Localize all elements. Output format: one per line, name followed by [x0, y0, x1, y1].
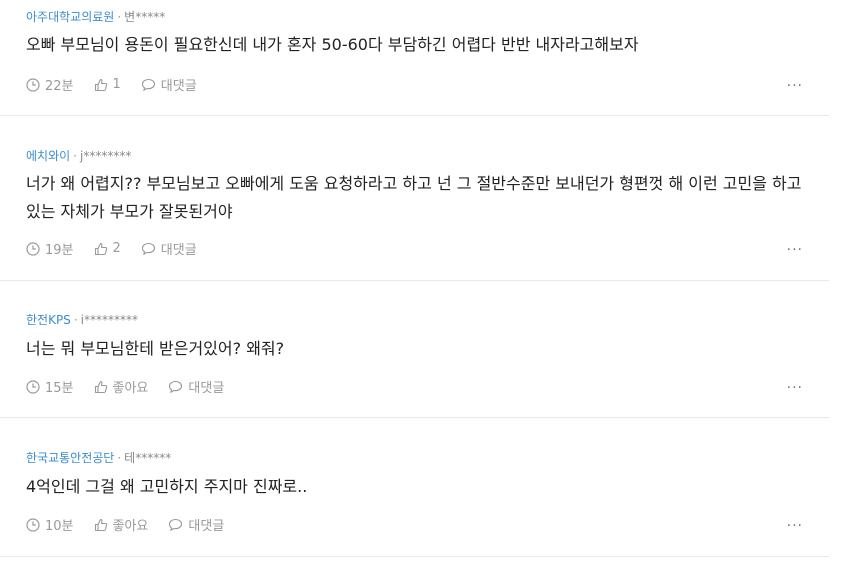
company-link[interactable]: 에치와이 — [26, 149, 70, 163]
comment-meta: 한국교통안전공단 · 테****** — [26, 450, 171, 466]
comment-list: 아주대학교의료원 · 변***** 오빠 부모님이 용돈이 필요한신데 내가 혼자 … — [0, 0, 858, 557]
meta-separator: · — [73, 149, 77, 163]
more-options-button[interactable]: ··· — [787, 243, 803, 257]
timestamp: 15분 — [26, 377, 74, 396]
more-options-button[interactable]: ··· — [787, 519, 803, 533]
like-label: 좋아요 — [112, 519, 149, 534]
timestamp-text: 15분 — [45, 381, 74, 396]
timestamp: 19분 — [26, 239, 74, 258]
timestamp-text: 22분 — [45, 79, 74, 94]
speech-bubble-icon — [141, 242, 155, 255]
comment-item: 한국교통안전공단 · 테****** 4억인데 그걸 왜 고민하지 주지마 진짜로.… — [0, 418, 829, 557]
comment-actions: 10분 좋아요 대댓글 — [26, 515, 244, 534]
author-name: j******** — [80, 149, 132, 163]
meta-separator: · — [117, 10, 122, 24]
comment-meta: 아주대학교의료원 · 변***** — [26, 9, 165, 25]
like-button[interactable]: 2 — [94, 241, 121, 256]
author-name: i********* — [80, 313, 138, 327]
timestamp-text: 19분 — [45, 243, 74, 258]
speech-bubble-icon — [141, 78, 155, 91]
like-button[interactable]: 좋아요 — [94, 515, 149, 534]
like-count: 2 — [112, 241, 121, 256]
thumbs-up-icon — [94, 78, 107, 91]
comment-item: 한전KPS · i********* 너는 뭐 부모님한테 받은거있어? 왜줘? 1… — [0, 281, 829, 418]
comment-text: 너는 뭐 부모님한테 받은거있어? 왜줘? — [26, 339, 285, 358]
like-count: 1 — [112, 77, 121, 92]
thumbs-up-icon — [94, 518, 107, 531]
comment-meta: 에치와이 · j******** — [26, 148, 131, 164]
like-button[interactable]: 좋아요 — [94, 377, 149, 396]
timestamp-text: 10분 — [45, 519, 74, 534]
comment-actions: 19분 2 대댓글 — [26, 239, 217, 258]
reply-button[interactable]: 대댓글 — [168, 377, 224, 396]
company-link[interactable]: 한국교통안전공단 — [26, 451, 114, 465]
thumbs-up-icon — [94, 242, 107, 255]
reply-label: 대댓글 — [188, 381, 225, 396]
speech-bubble-icon — [169, 518, 183, 531]
reply-button[interactable]: 대댓글 — [168, 515, 224, 534]
comment-text: 오빠 부모님이 용돈이 필요한신데 내가 혼자 50-60다 부담하긴 어렵다 … — [26, 35, 639, 54]
timestamp: 22분 — [26, 75, 74, 94]
reply-label: 대댓글 — [160, 243, 197, 258]
clock-icon — [26, 379, 40, 394]
reply-label: 대댓글 — [188, 519, 225, 534]
comment-item: 에치와이 · j******** 너가 왜 어렵지?? 부모님보고 오빠에게 도움 … — [0, 116, 829, 281]
clock-icon — [26, 517, 40, 532]
meta-separator: · — [73, 313, 78, 327]
reply-button[interactable]: 대댓글 — [141, 75, 197, 94]
company-link[interactable]: 한전KPS — [26, 313, 71, 327]
thumbs-up-icon — [94, 380, 107, 393]
like-button[interactable]: 1 — [94, 77, 121, 92]
comment-text: 4억인데 그걸 왜 고민하지 주지마 진짜로.. — [26, 477, 308, 496]
comment-actions: 22분 1 대댓글 — [26, 75, 217, 94]
clock-icon — [26, 241, 40, 256]
more-options-button[interactable]: ··· — [787, 79, 803, 93]
comment-item: 아주대학교의료원 · 변***** 오빠 부모님이 용돈이 필요한신데 내가 혼자 … — [0, 0, 829, 116]
author-name: 테****** — [124, 451, 172, 465]
more-options-button[interactable]: ··· — [787, 381, 803, 395]
reply-label: 대댓글 — [160, 79, 197, 94]
company-link[interactable]: 아주대학교의료원 — [26, 10, 114, 24]
clock-icon — [26, 77, 40, 92]
comment-actions: 15분 좋아요 대댓글 — [26, 377, 244, 396]
author-name: 변***** — [124, 10, 166, 24]
comment-meta: 한전KPS · i********* — [26, 312, 138, 328]
meta-separator: · — [117, 451, 122, 465]
reply-button[interactable]: 대댓글 — [141, 239, 197, 258]
timestamp: 10분 — [26, 515, 74, 534]
like-label: 좋아요 — [112, 381, 149, 396]
comment-text: 너가 왜 어렵지?? 부모님보고 오빠에게 도움 요청하라고 하고 넌 그 절반… — [26, 174, 802, 221]
speech-bubble-icon — [169, 380, 183, 393]
